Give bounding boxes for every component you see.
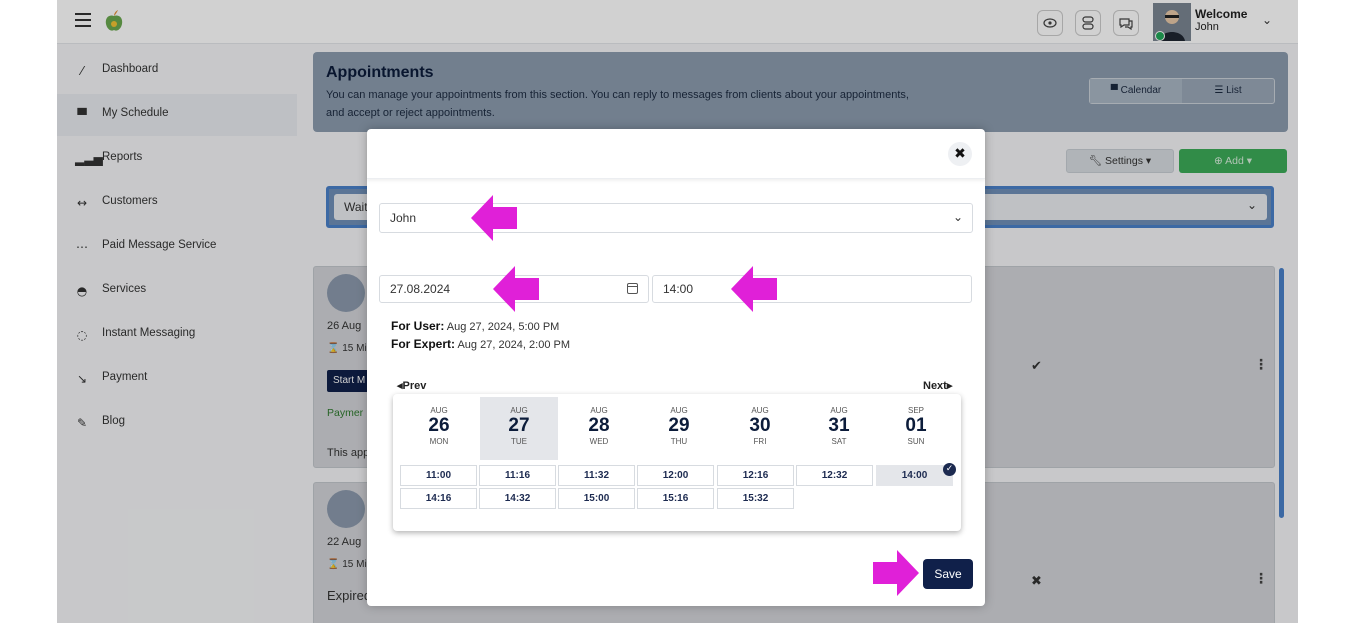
- time-slot[interactable]: 11:32: [558, 465, 635, 486]
- day-column[interactable]: AUG 30 FRI: [721, 397, 799, 460]
- time-slot[interactable]: 15:32: [717, 488, 794, 509]
- time-slot[interactable]: 14:16: [400, 488, 477, 509]
- annotation-arrow-right-icon: [873, 550, 919, 596]
- user-select-value: John: [390, 211, 417, 225]
- annotation-arrow-left-icon: [471, 195, 517, 241]
- day-weekday: WED: [589, 437, 609, 446]
- time-slot[interactable]: 11:00: [400, 465, 477, 486]
- day-month: AUG: [830, 406, 848, 415]
- prev-week-link[interactable]: ◂Prev: [397, 379, 426, 392]
- annotation-arrow-left-icon: [731, 266, 777, 312]
- next-week-link[interactable]: Next▸: [923, 379, 952, 392]
- day-column[interactable]: AUG 29 THU: [640, 397, 718, 460]
- time-slot[interactable]: 12:00: [637, 465, 714, 486]
- for-user-value: Aug 27, 2024, 5:00 PM: [446, 321, 560, 333]
- time-slot[interactable]: 11:16: [479, 465, 556, 486]
- for-user-info: For User: Aug 27, 2024, 5:00 PM: [391, 319, 559, 333]
- day-column[interactable]: AUG 31 SAT: [800, 397, 878, 460]
- day-month: AUG: [510, 406, 528, 415]
- day-number: 27: [508, 415, 530, 436]
- day-number: 29: [668, 415, 690, 436]
- day-weekday: SAT: [831, 437, 847, 446]
- day-weekday: TUE: [511, 437, 527, 446]
- day-number: 26: [428, 415, 450, 436]
- day-weekday: MON: [429, 437, 449, 446]
- chevron-down-icon: ⌄: [952, 210, 963, 224]
- day-number: 31: [828, 415, 850, 436]
- check-icon: ✓: [943, 463, 956, 476]
- day-month: AUG: [590, 406, 608, 415]
- day-column[interactable]: AUG 26 MON: [400, 397, 478, 460]
- date-input-value: 27.08.2024: [390, 282, 451, 296]
- day-weekday: FRI: [753, 437, 767, 446]
- for-user-label: For User:: [391, 319, 445, 333]
- day-month: SEP: [907, 406, 924, 415]
- day-month: AUG: [751, 406, 769, 415]
- modal-header: ✖: [367, 129, 985, 179]
- for-expert-value: Aug 27, 2024, 2:00 PM: [457, 339, 570, 351]
- close-button[interactable]: ✖: [948, 142, 972, 166]
- time-input-value: 14:00: [663, 282, 694, 296]
- user-select[interactable]: John ⌄: [379, 203, 973, 233]
- annotation-arrow-left-icon: [493, 266, 539, 312]
- time-slot[interactable]: 12:16: [717, 465, 794, 486]
- time-input[interactable]: 14:00: [652, 275, 972, 303]
- time-slot[interactable]: 12:32: [796, 465, 873, 486]
- for-expert-info: For Expert: Aug 27, 2024, 2:00 PM: [391, 337, 570, 351]
- day-number: 01: [905, 415, 927, 436]
- day-weekday: THU: [670, 437, 688, 446]
- day-column[interactable]: AUG 28 WED: [560, 397, 638, 460]
- time-slot[interactable]: 15:16: [637, 488, 714, 509]
- day-month: AUG: [430, 406, 448, 415]
- time-slot[interactable]: 15:00: [558, 488, 635, 509]
- calendar-icon[interactable]: [627, 283, 638, 294]
- day-column[interactable]: SEP 01 SUN: [877, 397, 955, 460]
- reschedule-modal: ✖ John ⌄ 27.08.2024 14:00 For User: Aug …: [367, 129, 985, 606]
- save-button[interactable]: Save: [923, 559, 973, 589]
- day-number: 28: [588, 415, 610, 436]
- day-month: AUG: [670, 406, 688, 415]
- time-slot[interactable]: 14:32: [479, 488, 556, 509]
- day-column-selected[interactable]: AUG 27 TUE: [480, 397, 558, 460]
- time-slot-selected[interactable]: 14:00: [876, 465, 953, 486]
- for-expert-label: For Expert:: [391, 337, 456, 351]
- time-slot-picker: AUG 26 MON AUG 27 TUE AUG 28 WED AUG 29 …: [393, 394, 961, 531]
- day-number: 30: [749, 415, 771, 436]
- day-weekday: SUN: [907, 437, 925, 446]
